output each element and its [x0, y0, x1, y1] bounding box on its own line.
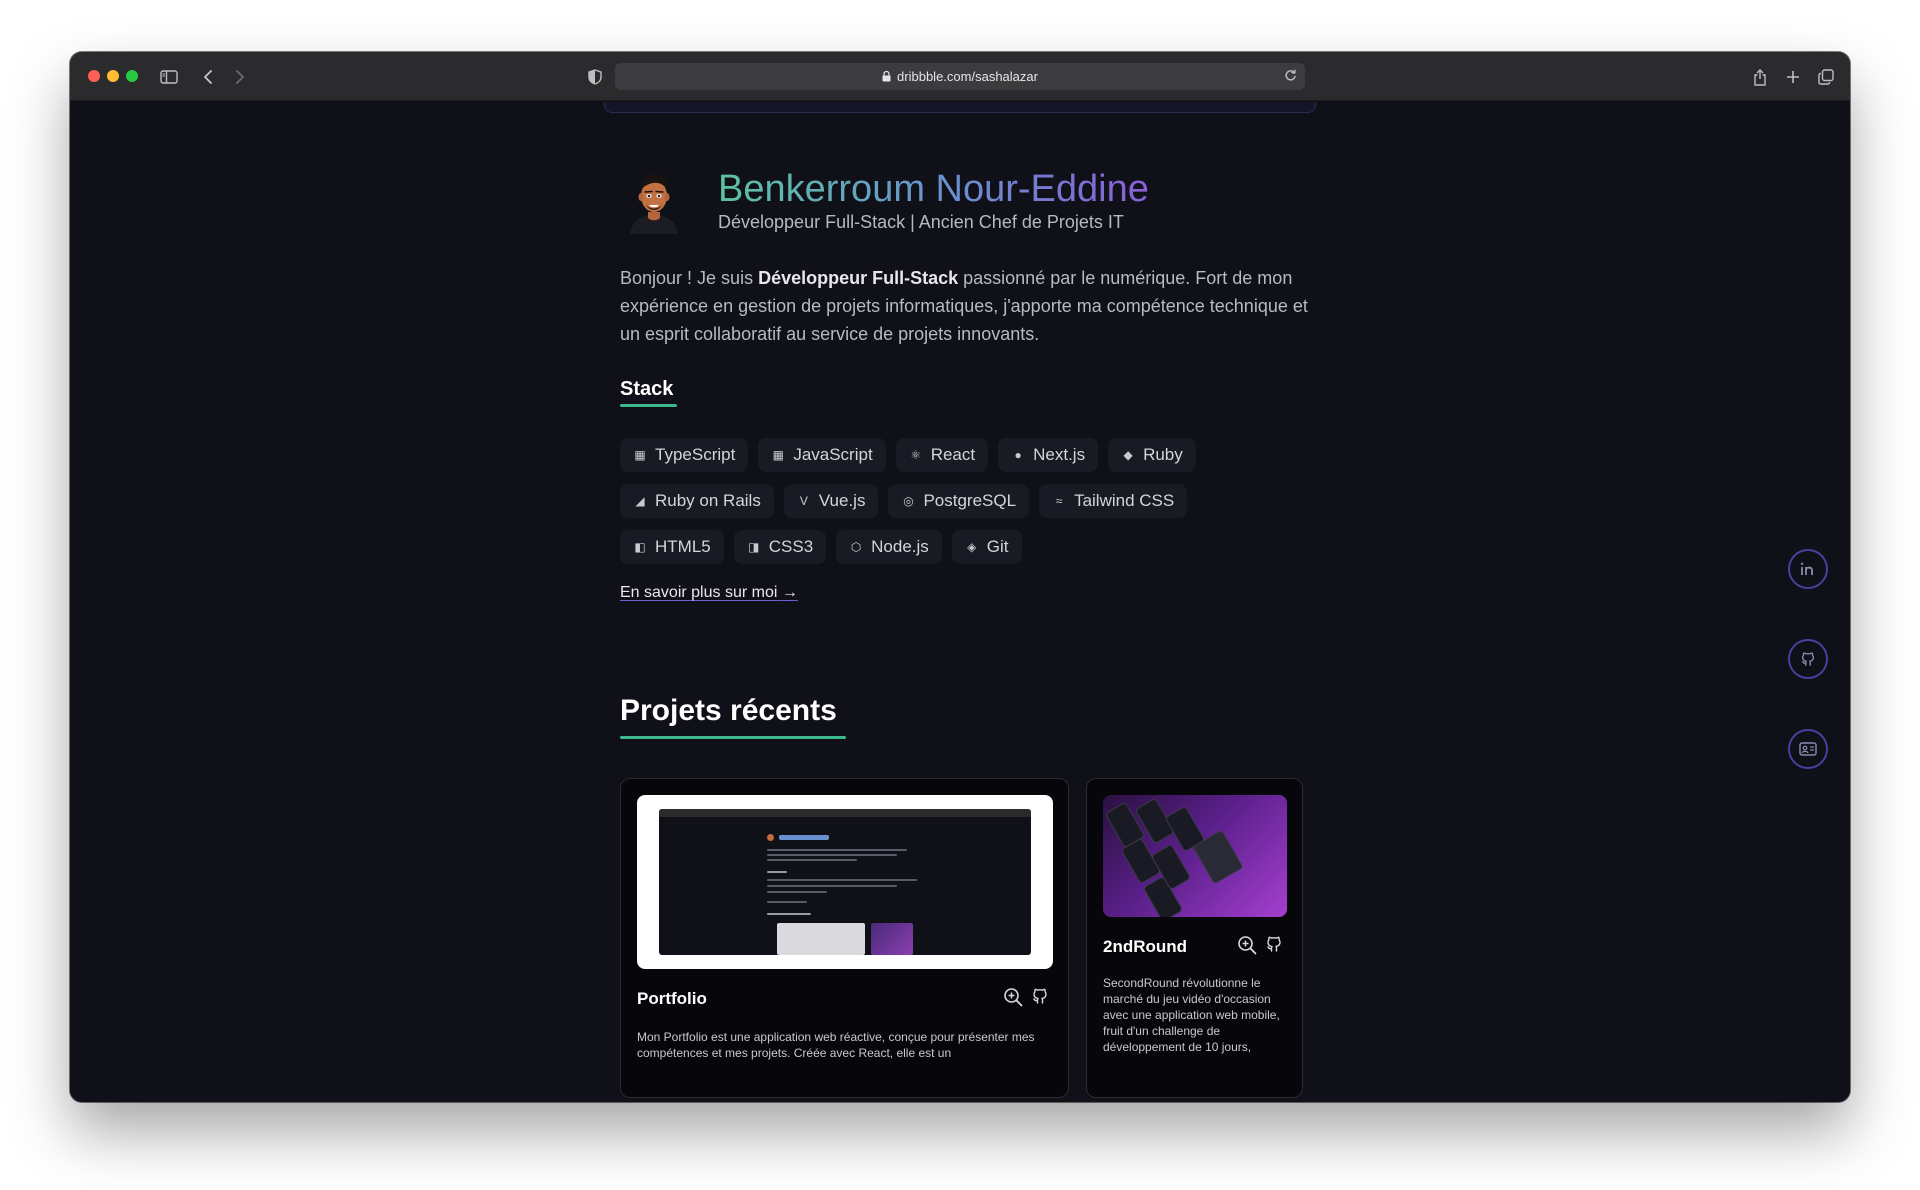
rails-icon: ◢ — [635, 494, 645, 508]
new-tab-icon[interactable] — [1783, 64, 1803, 90]
chip-css3: ◨ CSS3 — [733, 530, 827, 564]
page-viewport: Benkerroum Nour-Eddine Développeur Full-… — [70, 102, 1850, 1102]
chip-label: Git — [986, 537, 1009, 556]
chip-javascript: ▦ JavaScript — [758, 438, 886, 472]
chip-label: CSS3 — [768, 537, 814, 556]
stack-chip-row: ◧ HTML5 ◨ CSS3 ⬡ Node.js ◈ Git — [620, 530, 1310, 564]
sidebar-toggle-icon[interactable] — [158, 64, 180, 90]
address-bar[interactable]: dribbble.com/sashalazar — [615, 63, 1305, 90]
project-actions — [1003, 987, 1049, 1007]
profile-header: Benkerroum Nour-Eddine Développeur Full-… — [620, 166, 1300, 246]
html5-icon: ◧ — [634, 540, 646, 554]
intro-text-bold: Développeur Full-Stack — [758, 268, 959, 288]
share-icon[interactable] — [1750, 64, 1770, 90]
chip-postgresql: ◎ PostgreSQL — [888, 484, 1030, 518]
git-icon: ◈ — [967, 540, 977, 554]
css3-icon: ◨ — [748, 540, 760, 554]
project-thumbnail[interactable] — [1103, 795, 1287, 917]
stack-chips: ▦ TypeScript ▦ JavaScript ⚛ React ● Next.js … — [620, 438, 1310, 576]
url-text: dribbble.com/sashalazar — [897, 69, 1038, 84]
chip-label: PostgreSQL — [923, 491, 1017, 510]
chip-typescript: ▦ TypeScript — [620, 438, 749, 472]
tab-overview-icon[interactable] — [1816, 64, 1836, 90]
minimize-window-button[interactable] — [107, 70, 119, 82]
project-description: Mon Portfolio est une application web ré… — [637, 1030, 1035, 1060]
forward-icon[interactable] — [232, 64, 248, 90]
tailwind-icon: ≈ — [1055, 494, 1063, 508]
chip-label: TypeScript — [655, 445, 736, 464]
profile-name: Benkerroum Nour-Eddine — [718, 168, 1149, 210]
portfolio-screenshot — [659, 809, 1031, 955]
stack-chip-row: ▦ TypeScript ▦ JavaScript ⚛ React ● Next.js … — [620, 438, 1310, 472]
chip-label: Tailwind CSS — [1074, 491, 1175, 510]
stack-chip-row: ◢ Ruby on Rails V Vue.js ◎ PostgreSQL ≈ Tail… — [620, 484, 1310, 518]
vue-icon: V — [799, 494, 808, 508]
zoom-in-icon[interactable] — [1237, 935, 1257, 955]
nodejs-icon: ⬡ — [850, 540, 862, 554]
chip-label: Next.js — [1033, 445, 1086, 464]
top-navigation-bar — [604, 102, 1316, 113]
chip-tailwind-css: ≈ Tailwind CSS — [1039, 484, 1188, 518]
nextjs-icon: ● — [1014, 448, 1022, 462]
chip-nodejs: ⬡ Node.js — [836, 530, 942, 564]
chip-label: Vue.js — [818, 491, 866, 510]
chip-label: Node.js — [871, 537, 929, 556]
chip-nextjs: ● Next.js — [998, 438, 1099, 472]
close-window-button[interactable] — [88, 70, 100, 82]
chip-label: HTML5 — [655, 537, 711, 556]
linkedin-icon — [1800, 562, 1816, 576]
typescript-icon: ▦ — [634, 448, 646, 462]
intro-paragraph: Bonjour ! Je suis Développeur Full-Stack… — [620, 264, 1310, 348]
project-actions — [1237, 935, 1283, 955]
linkedin-button[interactable] — [1788, 549, 1828, 589]
github-icon[interactable] — [1265, 935, 1283, 955]
id-card-icon — [1799, 742, 1817, 756]
github-icon[interactable] — [1031, 987, 1049, 1007]
project-title: 2ndRound — [1103, 937, 1188, 956]
project-description: SecondRound révolutionne le marché du je… — [1103, 976, 1280, 1054]
chip-label: React — [930, 445, 976, 464]
about-me-link-label: En savoir plus sur moi — [620, 584, 782, 601]
react-icon: ⚛ — [910, 448, 922, 462]
chip-ruby-on-rails: ◢ Ruby on Rails — [620, 484, 774, 518]
intro-text-start: Bonjour ! Je suis — [620, 268, 759, 288]
back-icon[interactable] — [200, 64, 216, 90]
chip-html5: ◧ HTML5 — [620, 530, 724, 564]
projects-heading-underline — [620, 736, 846, 739]
project-title: Portfolio — [637, 989, 707, 1008]
postgresql-icon: ◎ — [903, 494, 914, 508]
project-card-portfolio[interactable]: Portfolio Mon Portfolio est une applicat… — [620, 778, 1069, 1098]
privacy-shield-icon[interactable] — [586, 64, 604, 90]
projects-heading: Projets récents — [620, 694, 837, 727]
project-card-2ndround[interactable]: 2ndRound SecondRound révolutionne le mar… — [1086, 778, 1303, 1098]
chip-label: JavaScript — [793, 445, 873, 464]
chip-label: Ruby on Rails — [655, 491, 761, 510]
stack-heading: Stack — [620, 378, 674, 400]
profile-subtitle: Développeur Full-Stack | Ancien Chef de … — [718, 212, 1124, 232]
reload-icon[interactable] — [1284, 69, 1297, 82]
github-button[interactable] — [1788, 639, 1828, 679]
ruby-icon: ◆ — [1123, 448, 1133, 462]
javascript-icon: ▦ — [772, 448, 784, 462]
browser-toolbar: dribbble.com/sashalazar — [70, 52, 1850, 101]
chip-vuejs: V Vue.js — [783, 484, 879, 518]
lock-icon — [882, 71, 891, 82]
chip-react: ⚛ React — [895, 438, 989, 472]
browser-window: dribbble.com/sashalazar Benkerroum Nour-… — [70, 52, 1850, 1102]
project-thumbnail[interactable] — [637, 795, 1053, 969]
stack-heading-underline — [620, 404, 677, 407]
zoom-in-icon[interactable] — [1003, 987, 1023, 1007]
avatar — [620, 166, 688, 234]
chip-ruby: ◆ Ruby — [1108, 438, 1196, 472]
chip-git: ◈ Git — [951, 530, 1022, 564]
github-icon — [1800, 651, 1816, 667]
chip-label: Ruby — [1143, 445, 1183, 464]
resume-button[interactable] — [1788, 729, 1828, 769]
arrow-right-icon: → — [781, 584, 798, 601]
about-me-link[interactable]: En savoir plus sur moi → — [620, 584, 798, 602]
zoom-window-button[interactable] — [126, 70, 138, 82]
